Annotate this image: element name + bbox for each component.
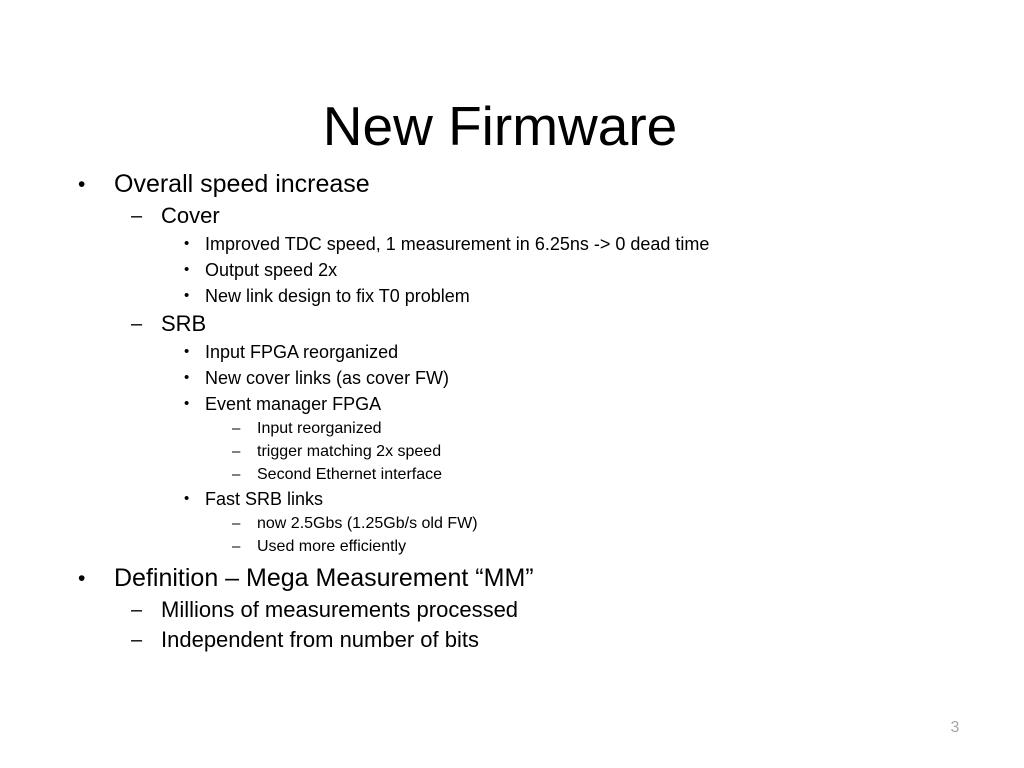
bullet-marker-level2: – [131, 313, 143, 335]
outline-item-level3: • Input FPGA reorganized [0, 339, 1024, 365]
bullet-marker-level3: • [184, 490, 190, 507]
bullet-marker-level1: • [78, 173, 86, 196]
outline-text: New link design to fix T0 problem [205, 286, 470, 306]
outline-text: Independent from number of bits [161, 627, 479, 652]
outline-text: New cover links (as cover FW) [205, 368, 450, 388]
outline-text: now 2.5Gbs (1.25Gb/s old FW) [257, 515, 478, 532]
outline-item-level3: • New cover links (as cover FW) [0, 365, 1024, 391]
outline-text: Millions of measurements processed [161, 597, 519, 622]
bullet-marker-level3: • [184, 235, 190, 252]
bullet-marker-level3: • [184, 369, 190, 386]
page-number: 3 [950, 719, 960, 736]
bullet-marker-level1: • [78, 567, 86, 590]
outline-item-level2: – Independent from number of bits [0, 625, 1024, 655]
outline-text: Input reorganized [257, 420, 382, 437]
bullet-marker-level2: – [131, 629, 143, 651]
outline-item-level3: • Fast SRB links [0, 486, 1024, 512]
bullet-marker-level2: – [131, 205, 143, 227]
outline-item-level3: • Improved TDC speed, 1 measurement in 6… [0, 231, 1024, 257]
bullet-marker-level3: • [184, 287, 190, 304]
outline-text: trigger matching 2x speed [257, 443, 442, 460]
bullet-marker-level3: • [184, 395, 190, 412]
outline-text: Overall speed increase [114, 170, 370, 198]
outline-item-level2: – Cover [0, 201, 1024, 231]
bullet-marker-level4: – [232, 515, 241, 532]
slide: New Firmware • Overall speed increase – … [0, 0, 1024, 768]
outline-text: Definition – Mega Measurement “MM” [114, 564, 534, 592]
outline-text: Fast SRB links [205, 489, 324, 509]
bullet-marker-level2: – [131, 599, 143, 621]
outline-item-level3: • New link design to fix T0 problem [0, 283, 1024, 309]
bullet-marker-level3: • [184, 261, 190, 278]
outline-item-level4: – Second Ethernet interface [0, 463, 1024, 486]
outline-item-level4: – Used more efficiently [0, 535, 1024, 558]
page-title: New Firmware [322, 94, 678, 157]
outline-text: Used more efficiently [257, 538, 407, 555]
outline-item-level4: – now 2.5Gbs (1.25Gb/s old FW) [0, 512, 1024, 535]
outline-item-level2: – SRB [0, 309, 1024, 339]
outline-text: Improved TDC speed, 1 measurement in 6.2… [205, 234, 710, 254]
outline-text: Output speed 2x [205, 260, 338, 280]
outline-item-level3: • Event manager FPGA [0, 391, 1024, 417]
outline-text: Input FPGA reorganized [205, 342, 399, 362]
outline-text: SRB [161, 311, 207, 336]
bullet-marker-level4: – [232, 443, 241, 460]
outline-item-level1: • Overall speed increase [0, 168, 1024, 201]
outline-item-level3: • Output speed 2x [0, 257, 1024, 283]
outline-text: Second Ethernet interface [257, 466, 443, 483]
outline-item-level4: – trigger matching 2x speed [0, 440, 1024, 463]
outline-text: Event manager FPGA [205, 394, 382, 414]
outline-item-level1: • Definition – Mega Measurement “MM” [0, 562, 1024, 595]
bullet-marker-level4: – [232, 420, 241, 437]
bullet-marker-level3: • [184, 343, 190, 360]
outline-item-level2: – Millions of measurements processed [0, 595, 1024, 625]
outline-item-level4: – Input reorganized [0, 417, 1024, 440]
outline-text: Cover [161, 203, 220, 228]
outline-body: • Overall speed increase – Cover • Impro… [0, 168, 1024, 655]
bullet-marker-level4: – [232, 466, 241, 483]
bullet-marker-level4: – [232, 538, 241, 555]
